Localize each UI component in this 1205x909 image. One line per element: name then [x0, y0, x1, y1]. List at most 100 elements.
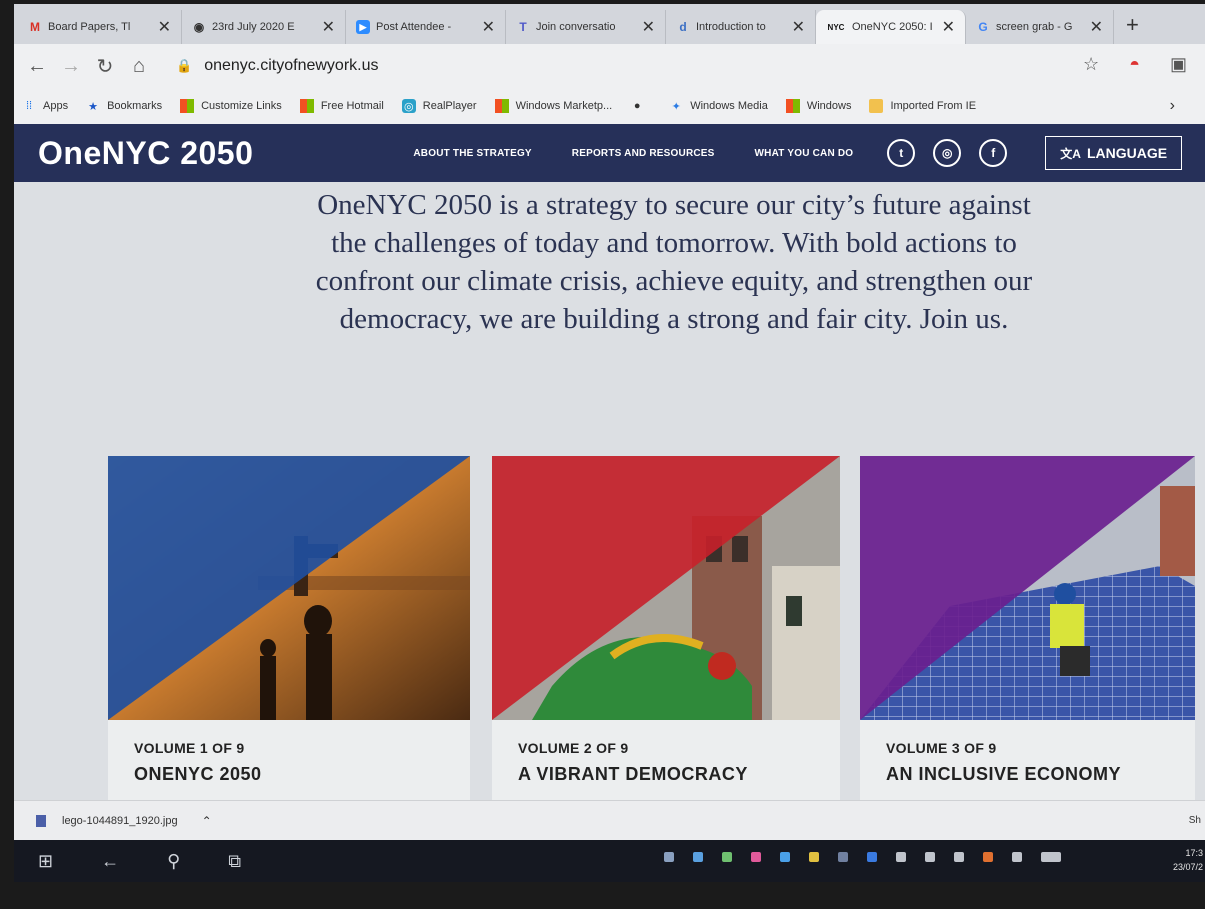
search-icon[interactable]: ⚲ [167, 851, 180, 872]
bluetooth-icon[interactable] [867, 852, 877, 862]
volume-card-3[interactable]: VOLUME 3 OF 9 AN INCLUSIVE ECONOMY [860, 456, 1195, 800]
tab-screen-grab[interactable]: G screen grab - G ✕ [966, 10, 1114, 44]
volume-icon[interactable] [954, 852, 964, 862]
reload-icon[interactable]: ↻ [88, 54, 122, 79]
pen-icon[interactable] [1012, 852, 1022, 862]
media-icon: ✦ [671, 100, 681, 113]
close-icon[interactable]: ✕ [1090, 17, 1103, 37]
battery-icon[interactable] [896, 852, 906, 862]
tab-title: 23rd July 2020 E [212, 21, 295, 33]
bookmark-bookmarks[interactable]: ★ Bookmarks [86, 99, 162, 113]
chevron-up-icon[interactable]: ⌃ [202, 814, 212, 828]
extension-icon[interactable]: ▣ [1170, 54, 1187, 75]
tab-board-papers[interactable]: M Board Papers, Tl ✕ [18, 10, 182, 44]
extension-icon[interactable]: ◓ [1129, 54, 1140, 75]
tab-title: screen grab - G [996, 21, 1073, 33]
system-tray [664, 852, 1061, 862]
bookmark-github[interactable]: ● [630, 99, 651, 113]
clock-date: 23/07/2 [1172, 862, 1203, 872]
onedrive-icon[interactable] [693, 852, 703, 862]
chevron-right-icon[interactable]: › [1170, 97, 1175, 115]
bookmark-label: Bookmarks [107, 100, 163, 112]
site-header: OneNYC 2050 ABOUT THE STRATEGY REPORTS A… [14, 124, 1205, 182]
card-image-parade [492, 456, 840, 720]
card-volume: VOLUME 1 OF 9 [134, 740, 245, 756]
tray-app-icon[interactable] [983, 852, 993, 862]
tray-app-icon[interactable] [751, 852, 761, 862]
address-bar[interactable]: 🔒 onenyc.cityofnewyork.us [176, 57, 379, 75]
bookmark-apps[interactable]: ⁞⁞ Apps [22, 99, 68, 113]
translate-icon: 文A [1060, 146, 1081, 161]
close-icon[interactable]: ✕ [642, 17, 655, 37]
google-icon: G [978, 20, 988, 34]
star-icon: ★ [88, 100, 99, 113]
close-icon[interactable]: ✕ [158, 17, 171, 37]
screen: M Board Papers, Tl ✕ ◉ 23rd July 2020 E … [14, 4, 1205, 882]
back-icon[interactable]: ← [20, 55, 54, 78]
bookmark-windows[interactable]: Windows [785, 99, 852, 113]
taskbar-clock[interactable]: 17:3 23/07/2 [1173, 846, 1203, 874]
keyboard-icon[interactable] [1041, 852, 1061, 862]
bookmark-imported-from-ie[interactable]: Imported From IE [869, 99, 976, 113]
tray-app-icon[interactable] [722, 852, 732, 862]
download-bar: lego-1044891_1920.jpg ⌃ Sh [14, 800, 1205, 840]
forward-icon[interactable]: → [54, 55, 88, 78]
show-all-button[interactable]: Sh [1189, 815, 1201, 826]
wifi-icon[interactable] [925, 852, 935, 862]
nav-about-the-strategy[interactable]: ABOUT THE STRATEGY [413, 148, 531, 159]
card-meta: VOLUME 1 OF 9 ONENYC 2050 [108, 720, 470, 800]
facebook-icon[interactable]: f [979, 139, 1008, 167]
close-icon[interactable]: ✕ [792, 17, 805, 37]
doc-icon: d [679, 20, 687, 34]
card-meta: VOLUME 2 OF 9 A VIBRANT DEMOCRACY [492, 720, 840, 800]
bookmark-free-hotmail[interactable]: Free Hotmail [299, 99, 384, 113]
card-title[interactable]: ONENYC 2050 [134, 764, 444, 785]
ms-icon [785, 99, 800, 113]
site-nav: ABOUT THE STRATEGY REPORTS AND RESOURCES… [413, 148, 853, 159]
nav-reports-and-resources[interactable]: REPORTS AND RESOURCES [572, 148, 715, 159]
nav-what-you-can-do[interactable]: WHAT YOU CAN DO [755, 148, 854, 159]
windows-start-icon[interactable]: ⊞ [38, 851, 53, 872]
realplayer-icon: ◎ [401, 99, 416, 113]
language-button[interactable]: 文A LANGUAGE [1045, 136, 1183, 170]
github-icon: ● [633, 100, 641, 112]
tray-app-icon[interactable] [780, 852, 790, 862]
star-icon[interactable]: ☆ [1083, 54, 1099, 75]
zoom-icon: ▶ [356, 20, 370, 34]
bookmark-label: Windows [806, 100, 852, 112]
instagram-icon[interactable]: ◎ [933, 139, 962, 167]
new-tab-button[interactable]: + [1114, 12, 1151, 44]
volume-card-2[interactable]: VOLUME 2 OF 9 A VIBRANT DEMOCRACY [492, 456, 840, 800]
bookmark-windows-marketplace[interactable]: Windows Marketp... [494, 99, 612, 113]
task-view-icon[interactable]: ⧉ [228, 851, 241, 872]
twitter-icon[interactable]: t [887, 139, 916, 167]
nyc-icon: NYC [827, 22, 845, 32]
tab-title: OneNYC 2050: I [852, 21, 933, 33]
tab-23rd-july[interactable]: ◉ 23rd July 2020 E ✕ [182, 10, 346, 44]
home-icon[interactable]: ⌂ [122, 55, 156, 78]
bookmark-label: Customize Links [201, 100, 282, 112]
bookmark-label: Imported From IE [890, 100, 977, 112]
card-title[interactable]: A VIBRANT DEMOCRACY [518, 764, 814, 785]
tab-join-conversation[interactable]: T Join conversatio ✕ [506, 10, 666, 44]
card-title[interactable]: AN INCLUSIVE ECONOMY [886, 764, 1169, 785]
volume-card-1[interactable]: VOLUME 1 OF 9 ONENYC 2050 [108, 456, 470, 800]
tab-post-attendee[interactable]: ▶ Post Attendee - ✕ [346, 10, 506, 44]
bookmark-realplayer[interactable]: ◎ RealPlayer [401, 99, 477, 113]
download-filename[interactable]: lego-1044891_1920.jpg [62, 815, 178, 827]
tray-app-icon[interactable] [838, 852, 848, 862]
back-icon[interactable]: ← [101, 851, 119, 872]
tab-onenyc-active[interactable]: NYC OneNYC 2050: I ✕ [816, 10, 966, 44]
bookmark-label: Free Hotmail [320, 100, 384, 112]
bookmark-customize-links[interactable]: Customize Links [180, 99, 282, 113]
bookmark-label: Windows Media [690, 100, 768, 112]
close-icon[interactable]: ✕ [322, 17, 335, 37]
clock-time: 17:3 [1185, 848, 1203, 858]
site-logo[interactable]: OneNYC 2050 [38, 135, 253, 172]
tray-app-icon[interactable] [809, 852, 819, 862]
close-icon[interactable]: ✕ [482, 17, 495, 37]
tray-app-icon[interactable] [664, 852, 674, 862]
close-icon[interactable]: ✕ [942, 17, 955, 37]
bookmark-windows-media[interactable]: ✦ Windows Media [669, 99, 768, 113]
tab-introduction[interactable]: d Introduction to ✕ [666, 10, 816, 44]
